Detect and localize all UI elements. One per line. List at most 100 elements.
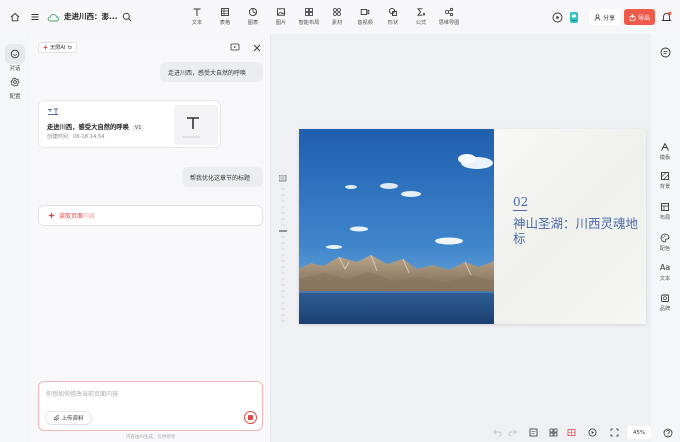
template-icon	[661, 142, 669, 151]
text-placeholder-icon	[187, 117, 199, 129]
smart-layout-icon	[304, 7, 314, 17]
search-icon[interactable]	[121, 11, 133, 23]
tool-mindmap[interactable]: 思维导图	[434, 7, 464, 29]
undo-icon[interactable]	[492, 427, 503, 438]
slide-page-ruler[interactable]	[279, 175, 287, 325]
read-page-label: 读取页面内容	[59, 213, 96, 220]
document-title[interactable]: 走进川西：澎...	[64, 11, 118, 22]
layout-icon	[661, 203, 669, 211]
document-card[interactable]: 走进川西，感受大自然的呼唤 V1 创建时间：08-18 14:54	[38, 100, 221, 148]
home-icon[interactable]	[9, 11, 21, 23]
tool-table[interactable]: 表格	[210, 7, 240, 29]
paperclip-icon	[54, 414, 60, 421]
stop-button[interactable]	[244, 411, 257, 424]
tool-text[interactable]: 文本	[182, 7, 212, 29]
stop-icon	[248, 415, 253, 420]
bell-icon[interactable]	[660, 10, 673, 24]
help-icon[interactable]	[662, 427, 673, 438]
tool-shape[interactable]: 形状	[378, 7, 408, 29]
panel-template[interactable]: 模板	[652, 142, 678, 161]
slide-view-icon[interactable]	[566, 427, 577, 438]
read-page-button[interactable]: 读取页面内容	[38, 205, 263, 226]
mindmap-icon	[444, 7, 454, 17]
nav-item-chat[interactable]: 对话	[3, 44, 27, 72]
upload-label: 上传资料	[61, 416, 84, 422]
slide-title[interactable]: 神山圣湖：川西灵魂地标	[513, 216, 638, 246]
tool-label: 图表	[247, 20, 259, 26]
nav-label: 对话	[9, 66, 21, 72]
notes-icon[interactable]	[528, 427, 539, 438]
doc-card-title: 走进川西，感受大自然的呼唤 V1	[47, 122, 145, 131]
tool-formula[interactable]: 公式	[406, 7, 436, 29]
present-icon[interactable]	[587, 427, 598, 438]
panel-text-style[interactable]: Aa 文本	[652, 263, 678, 282]
panel-label: 品牌	[659, 306, 671, 312]
tool-media[interactable]: 音视频	[350, 7, 380, 29]
version-badge: V1	[131, 125, 145, 131]
material-icon	[332, 7, 342, 17]
chat-input[interactable]: 你想如何修改当前页面内容 上传资料	[38, 381, 263, 431]
panel-palette[interactable]: 配色	[652, 233, 678, 252]
panel-background[interactable]: 背景	[652, 171, 678, 190]
close-icon[interactable]	[251, 42, 262, 53]
doc-logo-icon	[48, 108, 58, 115]
tool-label: 图片	[275, 20, 287, 26]
export-button[interactable]: 导出	[624, 9, 655, 25]
share-button[interactable]: 分享	[589, 9, 620, 25]
tool-label: 表格	[219, 20, 231, 26]
media-icon	[360, 7, 370, 17]
lake-mountain-photo[interactable]	[299, 129, 494, 324]
current-slide[interactable]: 02 神山圣湖：川西灵魂地标	[299, 129, 646, 324]
tool-label: 音视频	[357, 20, 373, 26]
slide-number[interactable]: 02	[513, 195, 528, 209]
chart-icon	[248, 7, 258, 17]
ai-mode-tag[interactable]: 无限AI	[38, 42, 78, 53]
bottom-toolbar: 45%	[490, 423, 680, 442]
tool-chart[interactable]: 图表	[238, 7, 268, 29]
upload-button[interactable]: 上传资料	[45, 411, 92, 425]
redo-icon[interactable]	[507, 427, 518, 438]
chat-icon	[5, 44, 25, 64]
panel-label: 配色	[659, 246, 671, 252]
brand-icon	[661, 294, 669, 302]
play-icon[interactable]	[551, 11, 563, 23]
doc-thumbnail	[174, 105, 218, 145]
panel-label: 布局	[659, 215, 671, 221]
doc-card-date: 创建时间：08-18 14:54	[47, 134, 105, 140]
fit-screen-icon[interactable]	[609, 427, 620, 438]
slide-number-underline	[513, 210, 527, 211]
ai-disclaimer: 内容由AI生成，仅供参考	[126, 435, 176, 440]
panel-brand[interactable]: 品牌	[652, 293, 678, 312]
panel-label: 背景	[659, 184, 671, 190]
palette-icon	[660, 233, 670, 243]
sparkle-icon	[43, 45, 48, 50]
tool-label: 智能布局	[298, 20, 320, 26]
panel-layout[interactable]: 布局	[652, 202, 678, 221]
grid-view-icon[interactable]	[548, 427, 559, 438]
mascot-icon[interactable]	[568, 10, 580, 24]
shape-icon	[388, 7, 398, 17]
export-label: 导出	[637, 14, 650, 22]
tool-label: 文本	[191, 20, 203, 26]
sparkle-icon	[48, 212, 55, 219]
panel-label: 模板	[659, 155, 671, 161]
zoom-level[interactable]: 45%	[627, 426, 651, 439]
tool-label: 形状	[387, 20, 399, 26]
preview-icon[interactable]	[229, 42, 240, 53]
panel-label: 文本	[659, 276, 671, 282]
cart-icon	[67, 45, 73, 49]
comment-icon[interactable]	[659, 46, 671, 58]
cloud-sync-icon	[46, 11, 60, 23]
table-icon	[220, 7, 230, 17]
share-label: 分享	[602, 14, 615, 22]
image-icon	[276, 7, 286, 17]
tool-smart-layout[interactable]: 智能布局	[294, 7, 324, 29]
ai-mode-label: 无限AI	[50, 45, 66, 51]
text-style-icon: Aa	[659, 263, 671, 272]
tool-image[interactable]: 图片	[266, 7, 296, 29]
nav-item-settings[interactable]: 配置	[3, 72, 27, 100]
tool-label: 素材	[331, 20, 343, 26]
tool-material[interactable]: 素材	[322, 7, 352, 29]
menu-icon[interactable]	[29, 11, 41, 23]
background-icon	[661, 172, 669, 180]
